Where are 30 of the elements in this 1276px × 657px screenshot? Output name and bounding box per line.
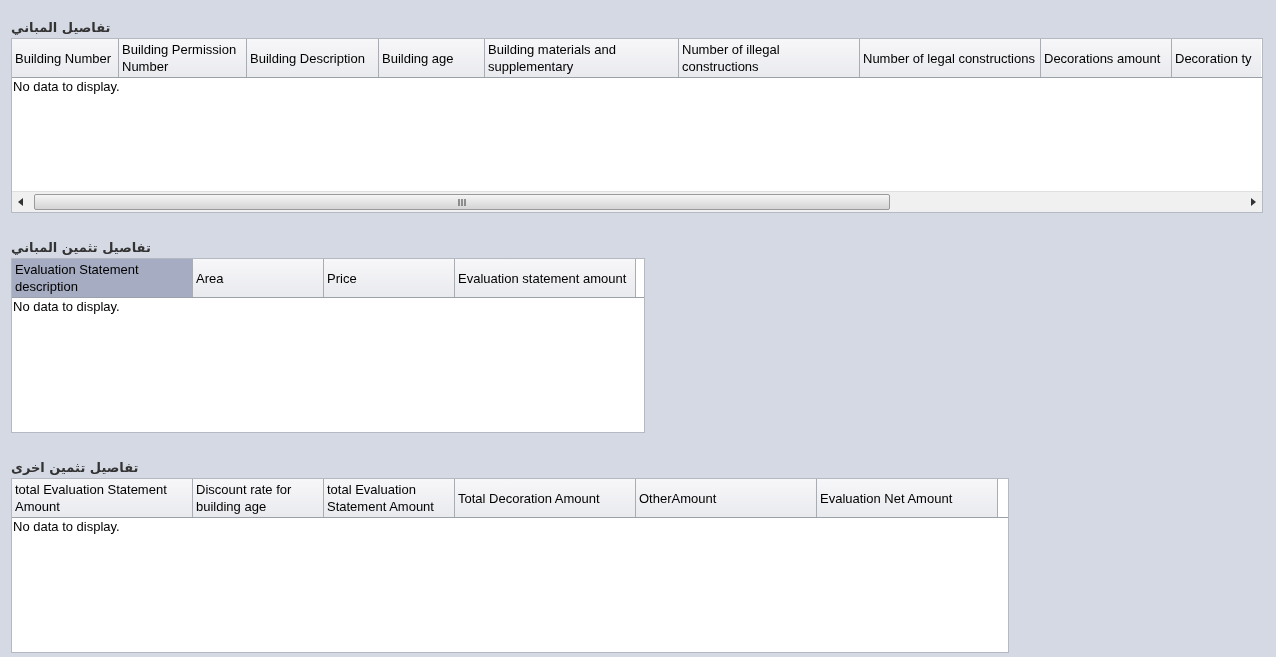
scrollbar-thumb[interactable] xyxy=(34,194,890,210)
column-header[interactable]: total Evaluation Statement Amount xyxy=(324,479,455,517)
right-arrow-icon[interactable] xyxy=(1250,198,1256,206)
column-header[interactable]: Number of legal constructions xyxy=(860,39,1041,77)
column-header[interactable]: Evaluation statement amount xyxy=(455,259,636,297)
column-header[interactable]: Building age xyxy=(379,39,485,77)
left-arrow-icon[interactable] xyxy=(18,198,24,206)
column-header[interactable]: Price xyxy=(324,259,455,297)
grip-icon xyxy=(457,198,467,206)
column-header[interactable]: Decorations amount xyxy=(1041,39,1172,77)
column-header[interactable]: Area xyxy=(193,259,324,297)
empty-message: No data to display. xyxy=(13,299,120,314)
column-header[interactable]: Building Description xyxy=(247,39,379,77)
column-header[interactable]: Number of illegal constructions xyxy=(679,39,860,77)
section-title: تفاصيل المباني xyxy=(11,19,111,37)
column-header[interactable]: total Evaluation Statement Amount xyxy=(12,479,193,517)
column-header[interactable]: Discount rate for building age xyxy=(193,479,324,517)
section-title: تفاصيل تثمين المباني xyxy=(11,239,151,257)
empty-message: No data to display. xyxy=(13,519,120,534)
column-header[interactable]: Decoration ty xyxy=(1172,39,1261,77)
column-header[interactable]: Building materials and supplementary xyxy=(485,39,679,77)
column-header[interactable]: Evaluation Statement description xyxy=(12,259,193,297)
column-header[interactable]: Building Number xyxy=(12,39,119,77)
section-title: تفاصيل تثمين اخرى xyxy=(11,459,139,477)
empty-message: No data to display. xyxy=(13,79,120,94)
horizontal-scrollbar[interactable] xyxy=(12,191,1262,212)
column-header[interactable]: Total Decoration Amount xyxy=(455,479,636,517)
column-header[interactable]: OtherAmount xyxy=(636,479,817,517)
column-header[interactable]: Building Permission Number xyxy=(119,39,247,77)
column-header[interactable]: Evaluation Net Amount xyxy=(817,479,998,517)
